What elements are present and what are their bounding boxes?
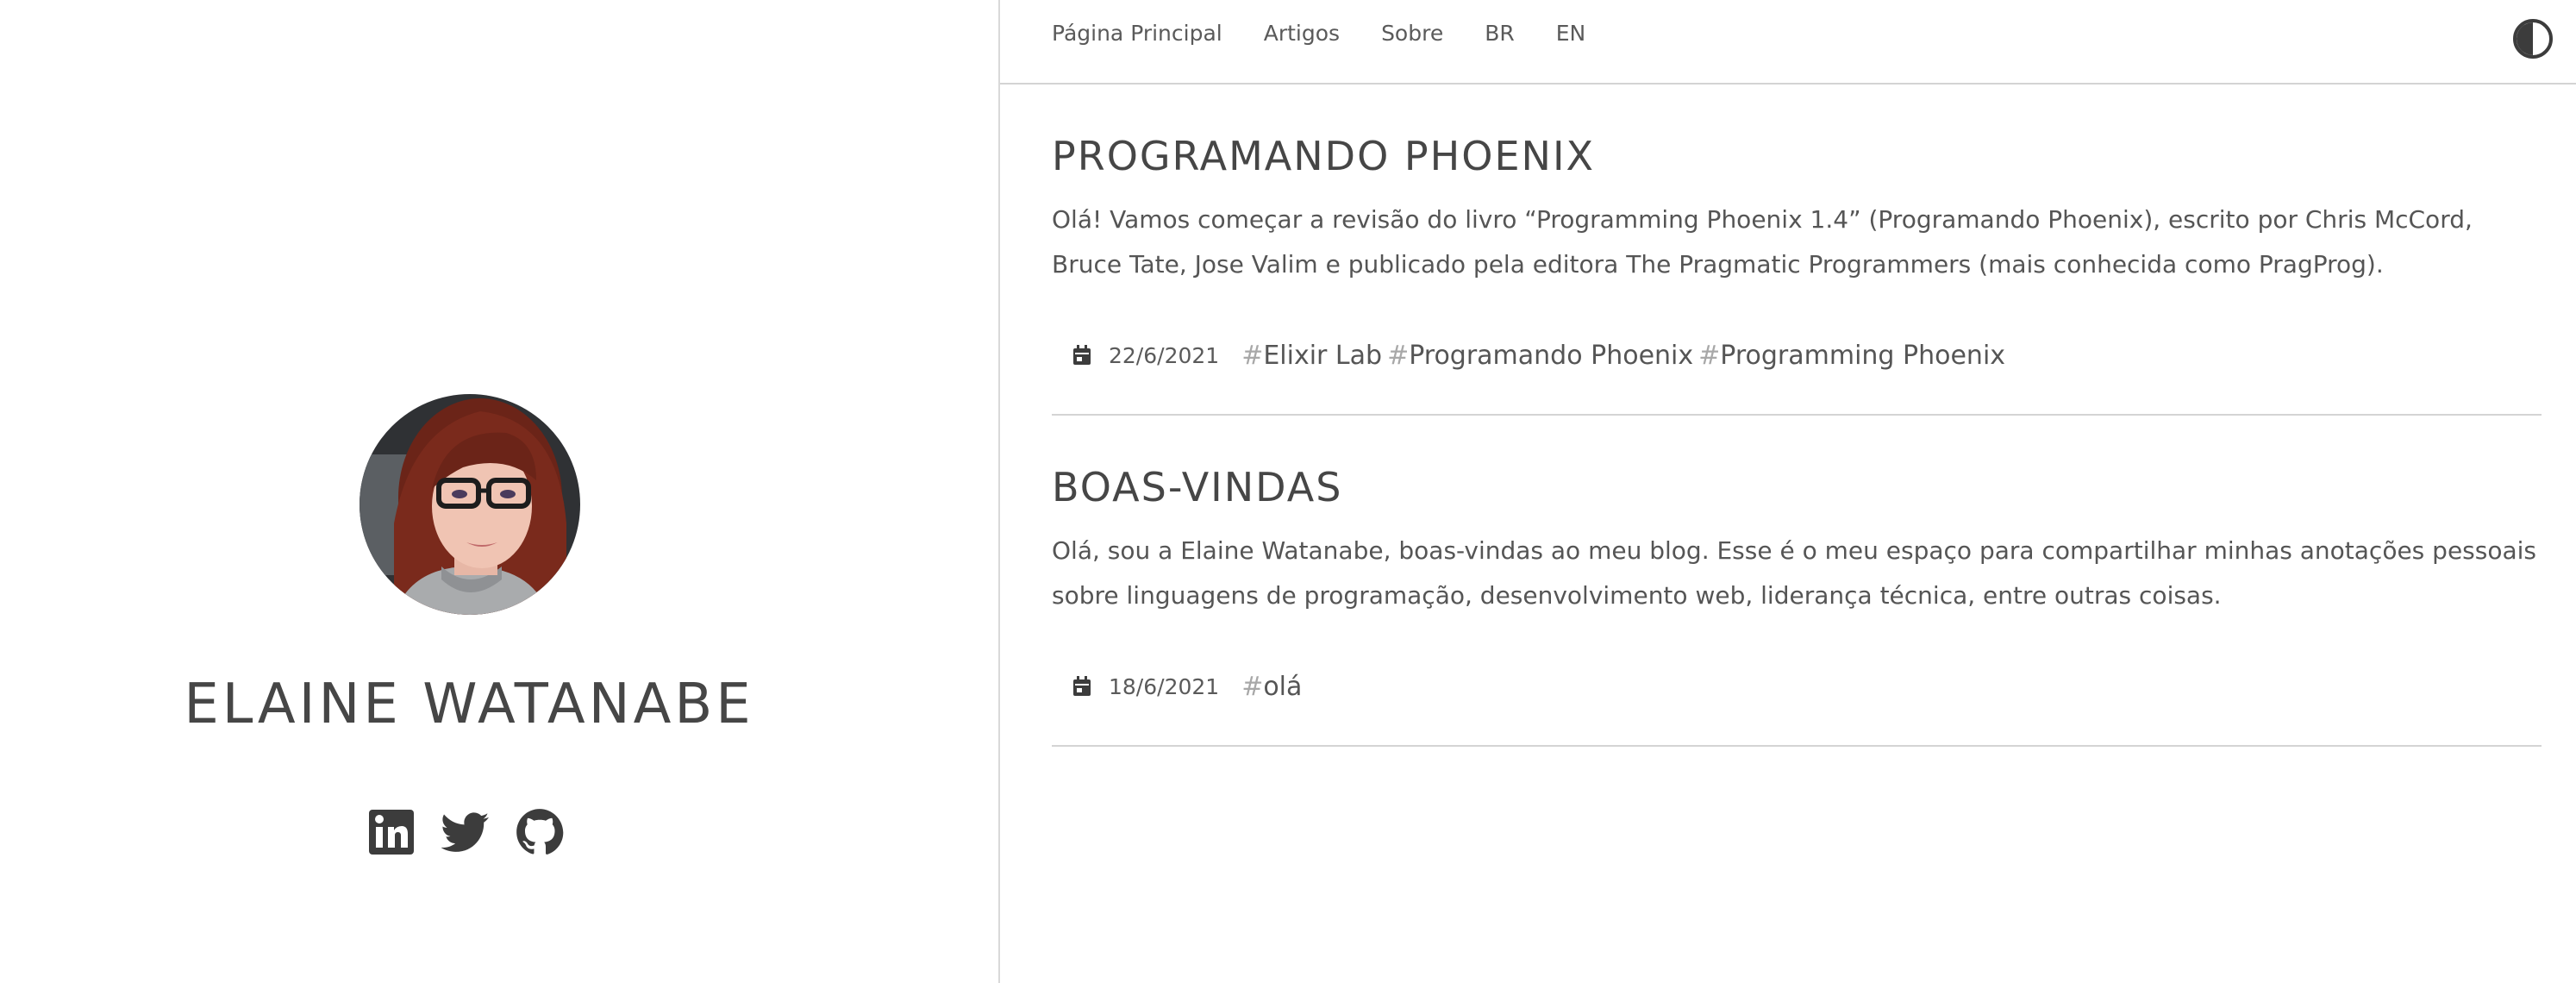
tag-hash: # — [1387, 340, 1410, 371]
linkedin-link[interactable] — [367, 808, 416, 856]
post-list: PROGRAMANDO PHOENIX Olá! Vamos começar a… — [1052, 85, 2542, 747]
github-icon — [516, 809, 564, 855]
nav-item-articles: Artigos — [1264, 21, 1340, 46]
tag-link[interactable]: #Programando Phoenix — [1387, 341, 1693, 371]
theme-toggle-button[interactable] — [2512, 18, 2554, 59]
post-date: 18/6/2021 — [1109, 673, 1220, 699]
post-card: PROGRAMANDO PHOENIX Olá! Vamos começar a… — [1052, 85, 2542, 416]
post-date: 22/6/2021 — [1109, 342, 1220, 368]
nav-item-lang-br: BR — [1485, 21, 1515, 46]
twitter-icon — [441, 812, 490, 852]
tag-link[interactable]: #Elixir Lab — [1241, 341, 1382, 371]
profile-panel: ELAINE WATANABE — [0, 0, 1000, 983]
author-name: ELAINE WATANABE — [184, 673, 754, 736]
nav-item-home: Página Principal — [1052, 21, 1222, 46]
nav-link-articles[interactable]: Artigos — [1264, 21, 1340, 46]
nav-item-about: Sobre — [1381, 21, 1443, 46]
contrast-icon — [2513, 19, 2553, 59]
github-link[interactable] — [516, 808, 564, 856]
social-links — [367, 808, 564, 856]
tag-hash: # — [1241, 671, 1264, 702]
post-title[interactable]: BOAS-VINDAS — [1052, 461, 1342, 513]
nav-link-about[interactable]: Sobre — [1381, 21, 1443, 46]
page: ELAINE WATANABE Página Principal Artigos… — [0, 0, 2576, 983]
tag-label: Programando Phoenix — [1409, 340, 1694, 371]
tag-link[interactable]: #Programming Phoenix — [1698, 341, 2005, 371]
top-nav: Página Principal Artigos Sobre BR EN — [1000, 0, 2576, 85]
tag-link[interactable]: #olá — [1241, 672, 1302, 702]
post-card: BOAS-VINDAS Olá, sou a Elaine Watanabe, … — [1052, 416, 2542, 747]
post-title[interactable]: PROGRAMANDO PHOENIX — [1052, 130, 1595, 182]
twitter-link[interactable] — [441, 808, 490, 856]
tag-hash: # — [1241, 340, 1264, 371]
nav-menu: Página Principal Artigos Sobre BR EN — [1052, 21, 1585, 46]
nav-link-home[interactable]: Página Principal — [1052, 21, 1222, 46]
calendar-icon — [1072, 345, 1091, 366]
main-content: Página Principal Artigos Sobre BR EN PRO… — [1000, 0, 2576, 983]
post-excerpt: Olá, sou a Elaine Watanabe, boas-vindas … — [1052, 536, 2536, 610]
nav-link-lang-en[interactable]: EN — [1556, 21, 1586, 46]
tag-label: Programming Phoenix — [1720, 340, 2006, 371]
post-meta: 22/6/2021 #Elixir Lab #Programando Phoen… — [1052, 338, 2010, 373]
nav-link-lang-br[interactable]: BR — [1485, 21, 1515, 46]
post-meta: 18/6/2021 #olá — [1052, 669, 1307, 704]
tag-label: olá — [1263, 671, 1303, 702]
tag-hash: # — [1698, 340, 1721, 371]
tag-label: Elixir Lab — [1263, 340, 1383, 371]
avatar-photo — [360, 394, 580, 615]
post-excerpt: Olá! Vamos começar a revisão do livro “P… — [1052, 205, 2473, 279]
nav-item-lang-en: EN — [1556, 21, 1586, 46]
calendar-icon — [1072, 676, 1091, 697]
linkedin-icon — [369, 810, 414, 855]
avatar — [360, 394, 580, 615]
